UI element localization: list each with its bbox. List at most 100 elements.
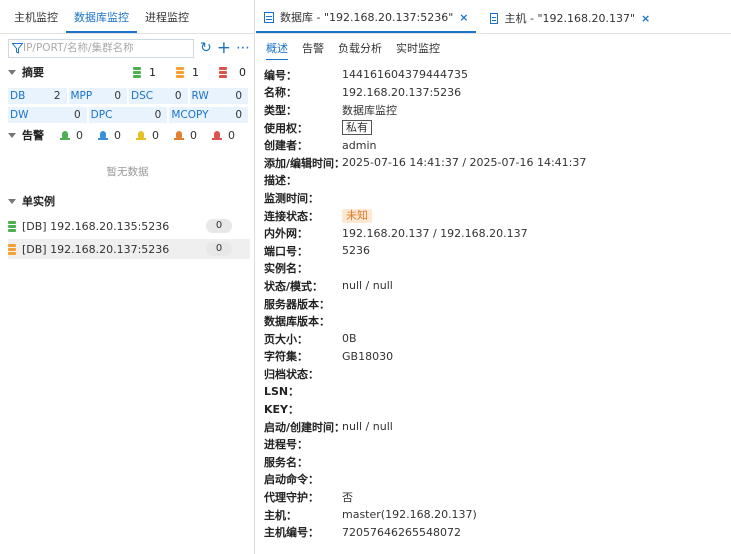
tab-database-detail[interactable]: 数据库 - "192.168.20.137:5236" × — [256, 3, 477, 33]
alarm-yellow-icon — [136, 130, 146, 140]
property-value: master(192.168.20.137) — [342, 508, 477, 522]
refresh-icon[interactable]: ↻ — [200, 41, 212, 55]
filter-icon — [12, 42, 23, 54]
search-box[interactable] — [8, 38, 195, 58]
property-value: 2025-07-16 14:41:37 / 2025-07-16 14:41:3… — [342, 156, 587, 170]
grid-cell-dw[interactable]: DW 0 — [8, 107, 87, 123]
instance-item[interactable]: [DB] 192.168.20.135:5236 0 — [8, 216, 250, 236]
instances-title: 单实例 — [22, 195, 55, 208]
summary-count-green: 1 — [133, 66, 156, 79]
close-icon[interactable]: × — [641, 12, 650, 25]
database-orange-icon — [8, 243, 16, 255]
grid-cell-mpp[interactable]: MPP 0 — [68, 88, 127, 104]
property-value: admin — [342, 138, 377, 152]
summary-count-red: 0 — [219, 66, 246, 79]
tab-host-detail[interactable]: 主机 - "192.168.20.137" × — [482, 3, 658, 33]
connection-status-badge: 未知 — [342, 208, 372, 223]
property-label: 创建者： — [264, 139, 308, 153]
property-row: 内外网： 192.168.20.137 / 192.168.20.137 — [264, 224, 731, 242]
property-row: 创建者： admin — [264, 136, 731, 154]
property-label: 实例名： — [264, 262, 308, 276]
collapse-icon — [8, 198, 16, 204]
property-row: 监测时间： — [264, 189, 731, 207]
alarm-title: 告警 — [22, 129, 44, 142]
document-tabs: 数据库 - "192.168.20.137:5236" × 主机 - "192.… — [256, 0, 731, 34]
property-label: 启动命令： — [264, 473, 319, 487]
property-value: GB18030 — [342, 349, 394, 363]
tab-overview[interactable]: 概述 — [266, 40, 288, 60]
property-row: 实例名： — [264, 260, 731, 278]
property-label: 名称： — [264, 86, 297, 100]
tab-host-monitor[interactable]: 主机监控 — [6, 9, 66, 33]
grid-cell-dsc[interactable]: DSC 0 — [129, 88, 188, 104]
property-row: 数据库版本： — [264, 312, 731, 330]
property-row: 名称： 192.168.20.137:5236 — [264, 84, 731, 102]
property-value: 5236 — [342, 244, 370, 258]
grid-cell-mcopy[interactable]: MCOPY 0 — [169, 107, 249, 123]
property-label: 启动/创建时间： — [264, 420, 346, 434]
tab-alarms[interactable]: 告警 — [302, 40, 324, 60]
property-label: 类型： — [264, 103, 297, 117]
property-label: 进程号： — [264, 438, 308, 452]
database-icon — [264, 11, 274, 23]
search-row: ↻ + ⋯ — [8, 38, 250, 58]
database-green-icon — [133, 66, 141, 78]
property-label: KEY： — [264, 403, 300, 417]
detail-sub-tabs: 概述 告警 负载分析 实时监控 — [266, 40, 454, 60]
collapse-icon — [8, 69, 16, 75]
search-input[interactable] — [23, 42, 193, 54]
database-red-icon — [219, 66, 227, 78]
right-panel: 数据库 - "192.168.20.137:5236" × 主机 - "192.… — [256, 0, 731, 554]
property-label: 添加/编辑时间： — [264, 156, 346, 170]
property-row: KEY： — [264, 400, 731, 418]
grid-cell-dpc[interactable]: DPC 0 — [88, 107, 168, 123]
property-value: 72057646265548072 — [342, 525, 461, 539]
alarm-red-icon — [212, 130, 222, 140]
alarm-green-icon — [60, 130, 70, 140]
alarm-header[interactable]: 告警 0 0 0 0 0 — [8, 126, 246, 144]
instance-item-selected[interactable]: [DB] 192.168.20.137:5236 0 — [8, 239, 250, 259]
property-row: 服务名： — [264, 453, 731, 471]
property-label: 描述： — [264, 174, 297, 188]
instance-count-badge: 0 — [206, 219, 232, 233]
server-icon — [490, 12, 499, 24]
property-value: 144161604379444735 — [342, 68, 468, 82]
add-icon[interactable]: + — [217, 40, 231, 57]
property-label: 字符集： — [264, 350, 308, 364]
database-orange-icon — [176, 66, 184, 78]
more-icon[interactable]: ⋯ — [236, 41, 250, 55]
property-row: 主机编号： 72057646265548072 — [264, 523, 731, 541]
grid-cell-rw[interactable]: RW 0 — [189, 88, 248, 104]
property-row: 添加/编辑时间： 2025-07-16 14:41:37 / 2025-07-16… — [264, 154, 731, 172]
tab-db-monitor[interactable]: 数据库监控 — [66, 9, 137, 33]
no-data-text: 暂无数据 — [106, 166, 149, 178]
property-value: 否 — [342, 491, 353, 505]
property-row: 描述： — [264, 172, 731, 190]
property-label: 服务名： — [264, 455, 308, 469]
property-row: 启动命令： — [264, 471, 731, 489]
property-row: 归档状态： — [264, 365, 731, 383]
property-row: 字符集： GB18030 — [264, 348, 731, 366]
property-value: null / null — [342, 279, 393, 293]
grid-cell-db[interactable]: DB 2 — [8, 88, 67, 104]
summary-title: 摘要 — [22, 66, 44, 79]
property-label: 归档状态： — [264, 367, 319, 381]
property-value: 0B — [342, 332, 357, 346]
property-label: 服务器版本： — [264, 297, 330, 311]
property-label: 编号： — [264, 68, 297, 82]
summary-grid-row-2: DW 0 DPC 0 MCOPY 0 — [8, 107, 250, 123]
property-row: 端口号： 5236 — [264, 242, 731, 260]
summary-grid-row-1: DB 2 MPP 0 DSC 0 RW 0 — [8, 88, 250, 104]
property-label: 主机编号： — [264, 526, 319, 540]
property-row: 编号： 144161604379444735 — [264, 66, 731, 84]
close-icon[interactable]: × — [459, 11, 468, 24]
tab-realtime-monitor[interactable]: 实时监控 — [396, 40, 440, 60]
property-row: 主机： master(192.168.20.137) — [264, 506, 731, 524]
summary-header[interactable]: 摘要 1 1 0 — [8, 63, 246, 81]
instances-header[interactable]: 单实例 — [8, 192, 246, 210]
property-row: 使用权： 私有 — [264, 119, 731, 137]
left-panel: 主机监控 数据库监控 进程监控 ↻ + ⋯ 摘要 1 1 — [0, 0, 255, 554]
tab-load-analysis[interactable]: 负载分析 — [338, 40, 382, 60]
property-label: LSN： — [264, 385, 300, 399]
tab-process-monitor[interactable]: 进程监控 — [137, 9, 197, 33]
